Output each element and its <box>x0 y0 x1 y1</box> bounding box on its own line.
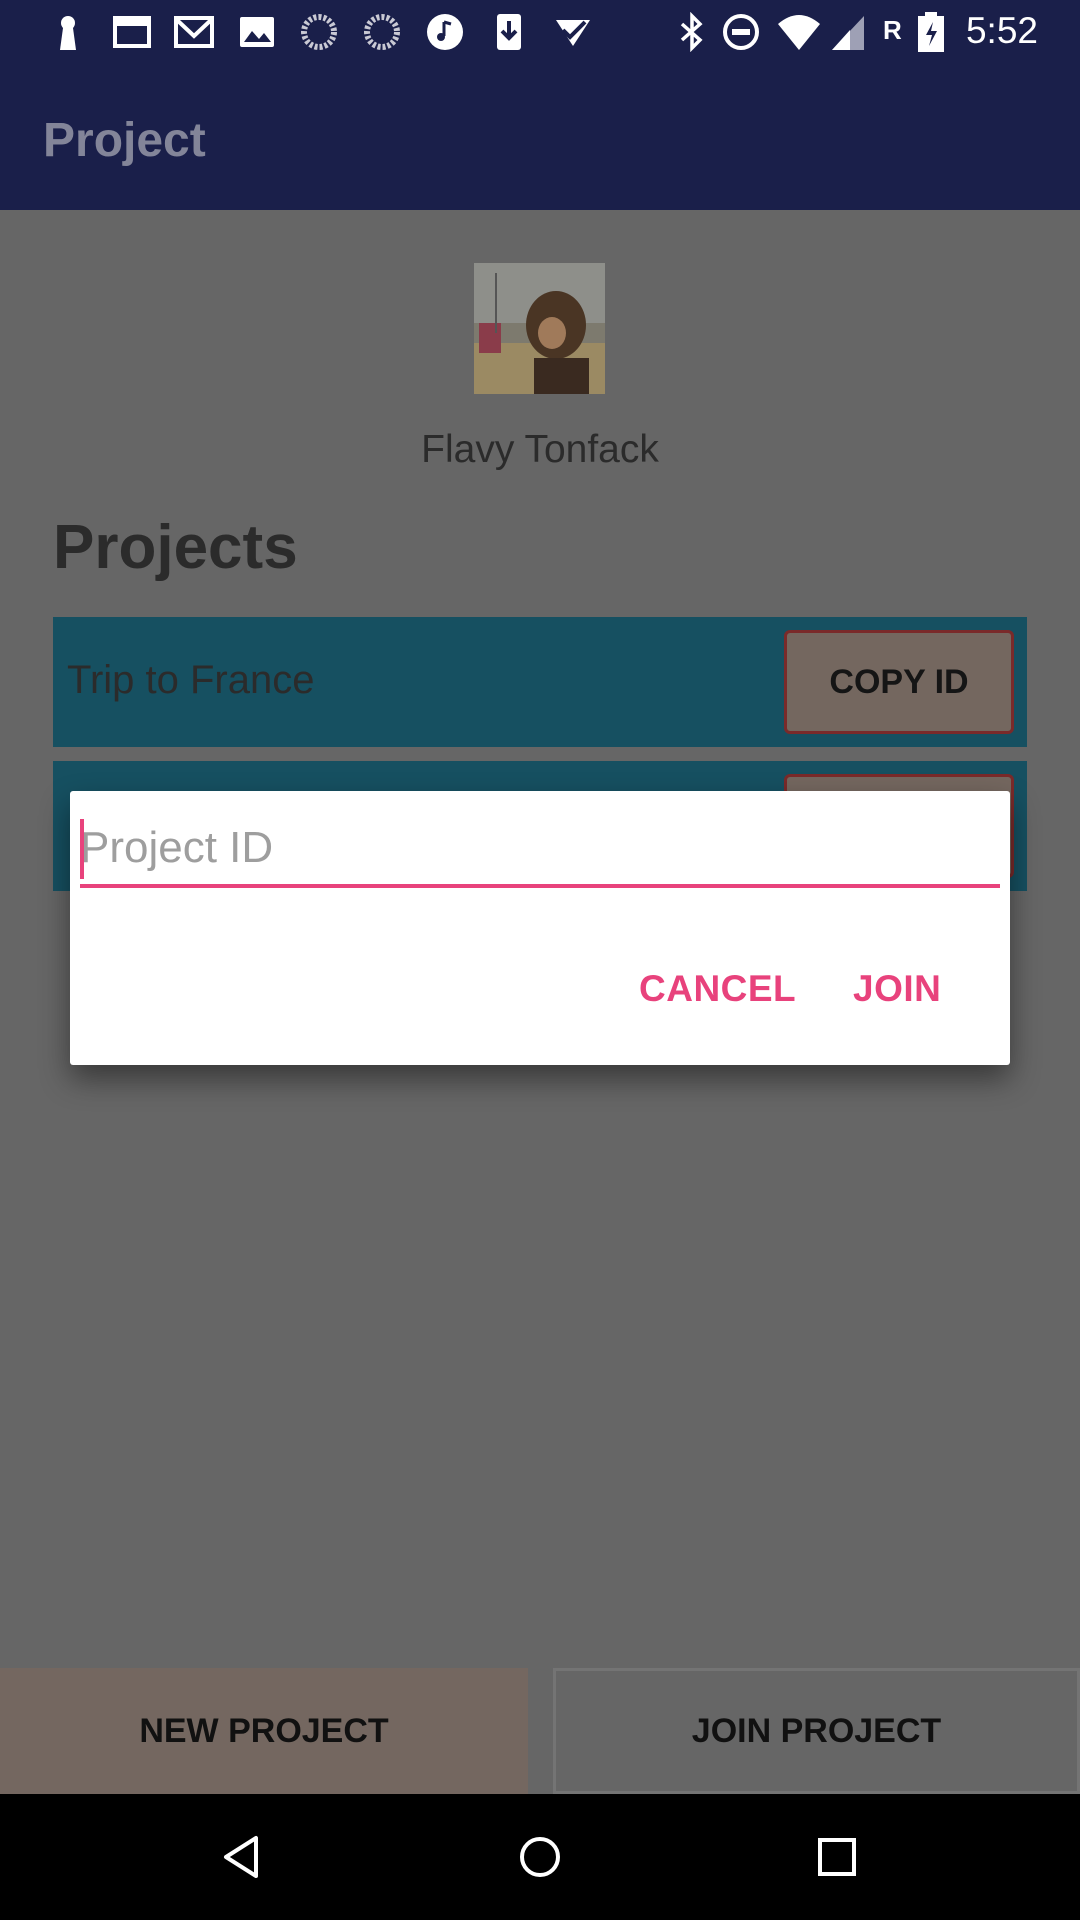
sync-icon <box>301 14 337 50</box>
bluetooth-icon <box>680 12 703 52</box>
signal-icon <box>832 16 864 50</box>
do-not-disturb-icon <box>723 14 759 50</box>
input-underline <box>80 884 1000 888</box>
cancel-button[interactable]: CANCEL <box>639 968 796 1010</box>
battery-icon <box>918 12 944 52</box>
clock: 5:52 <box>965 10 1038 51</box>
join-project-dialog: CANCEL JOIN <box>70 791 1010 1065</box>
window-icon <box>113 16 151 48</box>
project-name: Trip to France <box>67 658 315 702</box>
roaming-indicator: R <box>883 15 902 45</box>
wifi-icon <box>778 15 820 50</box>
profile-photo <box>474 263 605 394</box>
text-cursor <box>80 819 84 879</box>
download-icon <box>497 14 521 50</box>
join-project-button[interactable]: JOIN PROJECT <box>553 1668 1080 1794</box>
recents-icon[interactable] <box>812 1832 862 1882</box>
new-project-button[interactable]: NEW PROJECT <box>0 1668 528 1794</box>
check-icon <box>556 20 590 46</box>
app-title: Project <box>43 114 206 167</box>
user-name: Flavy Tonfack <box>421 428 659 471</box>
app-bar: Project <box>0 63 1080 210</box>
back-icon[interactable] <box>218 1832 268 1882</box>
status-bar: R 5:52 <box>0 0 1080 63</box>
image-icon <box>240 17 274 47</box>
project-id-input[interactable] <box>80 813 1000 883</box>
avatar <box>474 263 605 394</box>
keyhole-icon <box>60 16 76 50</box>
project-row[interactable]: Trip to France COPY ID <box>53 617 1027 747</box>
gmail-icon <box>174 16 214 48</box>
copy-id-button[interactable]: COPY ID <box>784 630 1014 734</box>
navigation-bar <box>0 1794 1080 1920</box>
sync-icon <box>364 14 400 50</box>
join-button[interactable]: JOIN <box>853 968 941 1010</box>
home-icon[interactable] <box>515 1832 565 1882</box>
projects-heading: Projects <box>53 513 298 582</box>
music-icon <box>427 14 463 50</box>
